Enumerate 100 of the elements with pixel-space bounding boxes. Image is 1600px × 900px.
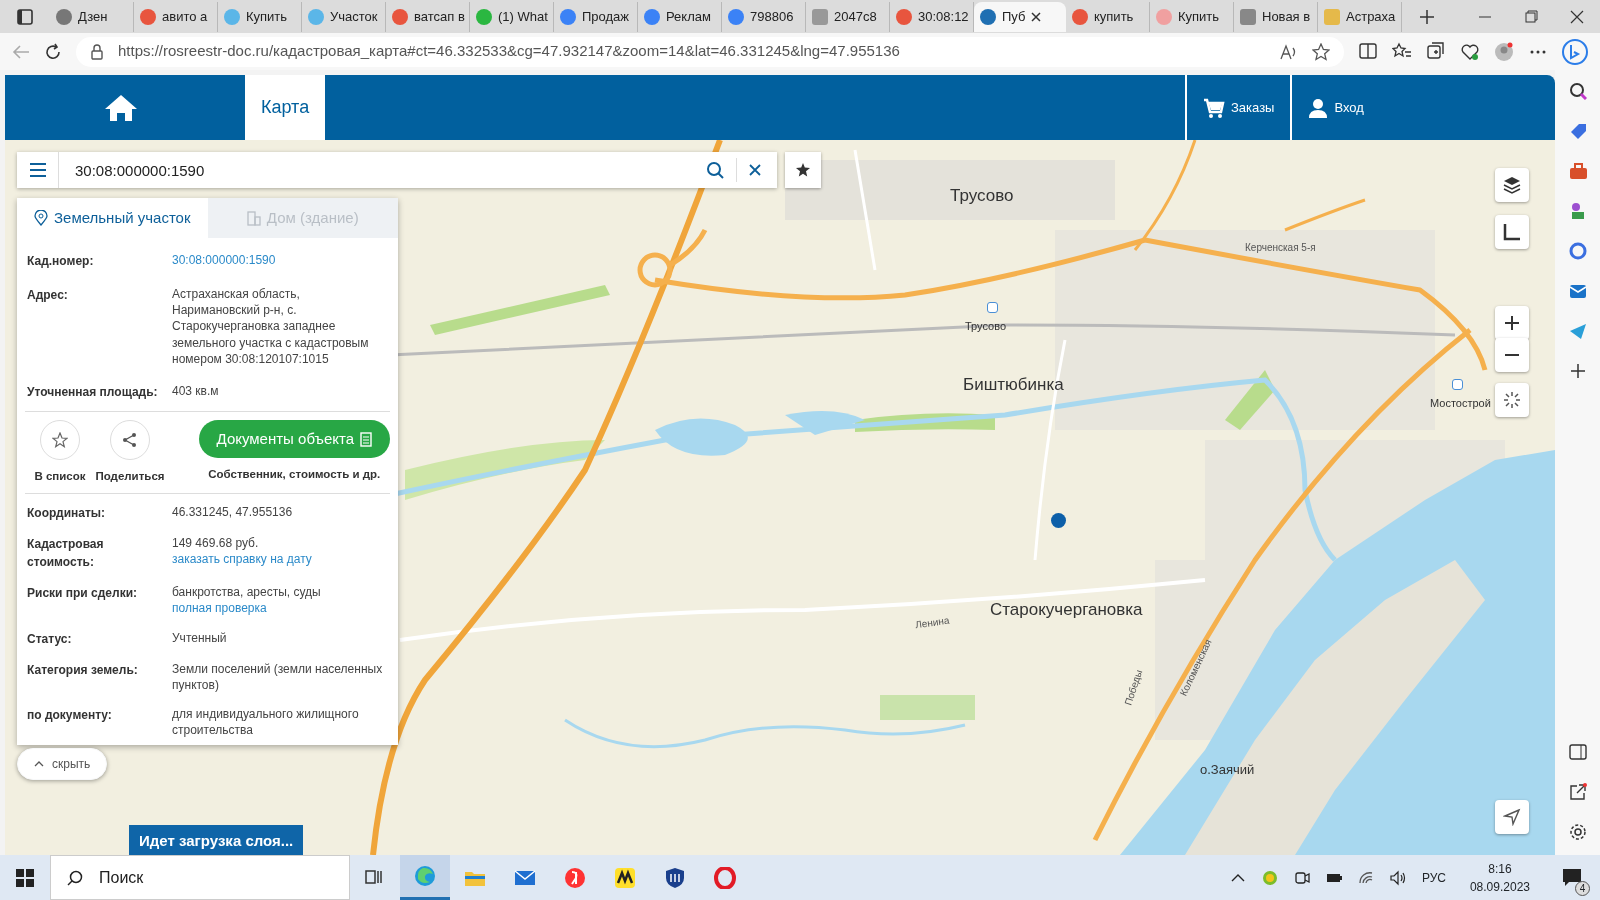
taskbar-search-field[interactable]: Поиск bbox=[50, 855, 350, 900]
circle-icon[interactable] bbox=[1568, 242, 1587, 260]
browser-tab[interactable]: ватсап в bbox=[386, 1, 470, 32]
map-label: Биштюбинка bbox=[963, 374, 1064, 396]
calendar-icon bbox=[1240, 8, 1256, 25]
browser-tab[interactable]: 30:08:12 bbox=[890, 1, 974, 32]
search-icon bbox=[67, 869, 83, 886]
camera-icon[interactable] bbox=[1293, 869, 1310, 886]
language-indicator[interactable]: РУС bbox=[1421, 868, 1446, 887]
menu-icon[interactable] bbox=[29, 163, 46, 177]
mail-icon[interactable] bbox=[1568, 282, 1587, 300]
browser-tab[interactable]: Дзен bbox=[50, 1, 134, 32]
browser-tab[interactable]: Реклам bbox=[638, 1, 722, 32]
field-label: Кадастровая стоимость: bbox=[27, 536, 105, 572]
field-value: для индивидуального жилищного строительства bbox=[172, 705, 360, 739]
locate-icon[interactable] bbox=[1503, 808, 1521, 826]
clear-icon[interactable] bbox=[749, 164, 761, 176]
ruler-icon[interactable] bbox=[1503, 223, 1521, 241]
map-label: Трусово bbox=[965, 319, 1007, 334]
address-field[interactable]: https://rosreestr-doc.ru/кадастровая_карта#ct=46.332533&cg=47.932147&zoom=14&lat=46.331245&lng=47.955136 bbox=[76, 36, 1344, 67]
volume-icon[interactable] bbox=[1389, 869, 1406, 886]
site-icon bbox=[1072, 8, 1088, 25]
link[interactable]: полная проверка bbox=[172, 600, 267, 617]
site-icon bbox=[392, 8, 408, 25]
browser-tab[interactable]: Пуб bbox=[974, 1, 1066, 32]
field-value: Земли поселений (земли населенных пунктов) bbox=[172, 660, 384, 693]
external-window-icon[interactable] bbox=[1568, 783, 1587, 801]
link[interactable]: заказать справку на дату bbox=[172, 551, 312, 568]
document-icon bbox=[360, 431, 372, 447]
shield-icon[interactable] bbox=[664, 866, 686, 889]
browser-tab[interactable]: Участок bbox=[302, 1, 386, 32]
windows-start-icon[interactable] bbox=[16, 868, 34, 887]
browser-tab[interactable]: 2047c8 bbox=[806, 1, 890, 32]
health-icon[interactable] bbox=[1460, 41, 1480, 62]
share-icon bbox=[122, 431, 138, 448]
browser-tab[interactable]: Новая в bbox=[1234, 1, 1318, 32]
field-label: Координаты: bbox=[27, 505, 107, 523]
new-tab-icon[interactable] bbox=[1420, 9, 1434, 24]
star-button[interactable] bbox=[40, 419, 80, 460]
layers-icon[interactable] bbox=[1503, 176, 1521, 194]
send-icon[interactable] bbox=[1568, 322, 1587, 340]
nav-tab[interactable]: Карта bbox=[245, 75, 326, 140]
clock[interactable]: 8:16 08.09.2023 bbox=[1461, 859, 1538, 896]
collections-icon[interactable] bbox=[1426, 41, 1446, 62]
card-tab[interactable]: Земельный участок bbox=[17, 198, 208, 238]
reload-icon[interactable] bbox=[44, 42, 62, 61]
zigzag-app-icon[interactable] bbox=[614, 866, 636, 889]
hide-button[interactable]: скрыть bbox=[17, 748, 108, 780]
field-value: банкротства, аресты, суды bbox=[172, 584, 322, 601]
browser-tab[interactable]: Продаж bbox=[554, 1, 638, 32]
zoom-in-icon[interactable] bbox=[1503, 314, 1521, 332]
browser-tab[interactable]: Купить bbox=[218, 1, 302, 32]
close-icon[interactable] bbox=[1570, 9, 1584, 24]
clock-time: 8:16 bbox=[1488, 860, 1512, 878]
share-button[interactable] bbox=[110, 419, 150, 460]
browser-tab[interactable]: Астраха bbox=[1318, 1, 1402, 32]
field-label: Категория земель: bbox=[27, 661, 139, 679]
map-label: Победы bbox=[1121, 667, 1146, 708]
browser-tab[interactable]: купить bbox=[1066, 1, 1150, 32]
cadastral-link[interactable]: 30:08:000000:1590 bbox=[172, 252, 388, 270]
split-screen-icon[interactable] bbox=[1358, 41, 1378, 62]
favorite-button[interactable] bbox=[785, 152, 821, 188]
documents-caption: Собственник, стоимость и др. bbox=[208, 467, 381, 483]
map-label: Мостострой bbox=[1430, 396, 1491, 411]
site-icon bbox=[896, 8, 912, 25]
browser-tab[interactable]: авито а bbox=[134, 1, 218, 32]
browser-tab[interactable]: (1) What bbox=[470, 1, 554, 32]
cart-icon bbox=[1203, 97, 1225, 118]
field-value: Астраханская область, Наримановский р-н, с. Старокучергановка западнее земельного участка с кадастровым номером 30:08:120107:1015 bbox=[172, 286, 370, 367]
station-icon bbox=[987, 302, 998, 313]
star-icon bbox=[796, 163, 810, 177]
sidebar-toggle-icon[interactable] bbox=[1568, 743, 1587, 761]
lock-icon bbox=[90, 43, 104, 60]
field-value: 149 469.68 руб. bbox=[172, 535, 260, 552]
building-icon bbox=[246, 210, 261, 226]
briefcase-icon[interactable] bbox=[1568, 162, 1587, 180]
action-label: В список bbox=[34, 468, 86, 484]
restore-icon[interactable] bbox=[1524, 9, 1538, 24]
browser-tab[interactable]: 798806 bbox=[722, 1, 806, 32]
tab-actions-icon[interactable] bbox=[16, 7, 34, 26]
bing-chat-icon[interactable] bbox=[1562, 38, 1588, 65]
browser-tab[interactable]: Купить bbox=[1150, 1, 1234, 32]
favorite-star-icon[interactable] bbox=[1312, 42, 1330, 61]
close-icon[interactable] bbox=[1031, 11, 1042, 22]
search-icon[interactable] bbox=[706, 161, 724, 179]
site-icon bbox=[560, 8, 576, 25]
field-value: Учтенный bbox=[172, 629, 228, 646]
notification-count: 4 bbox=[1575, 880, 1590, 896]
profile-avatar-icon[interactable] bbox=[1494, 41, 1514, 62]
settings-icon[interactable] bbox=[1568, 823, 1587, 841]
add-icon[interactable] bbox=[1568, 362, 1587, 380]
search-icon[interactable] bbox=[1568, 82, 1587, 100]
star-icon bbox=[52, 431, 68, 448]
opera-icon[interactable] bbox=[714, 866, 736, 889]
spinner-icon[interactable] bbox=[1503, 391, 1521, 409]
wifi-icon[interactable] bbox=[1357, 869, 1374, 886]
map-label: Старокучергановка bbox=[990, 599, 1143, 621]
image-icon bbox=[1324, 8, 1340, 25]
read-aloud-icon[interactable] bbox=[1280, 43, 1298, 60]
yandex-browser-icon[interactable] bbox=[564, 866, 586, 889]
